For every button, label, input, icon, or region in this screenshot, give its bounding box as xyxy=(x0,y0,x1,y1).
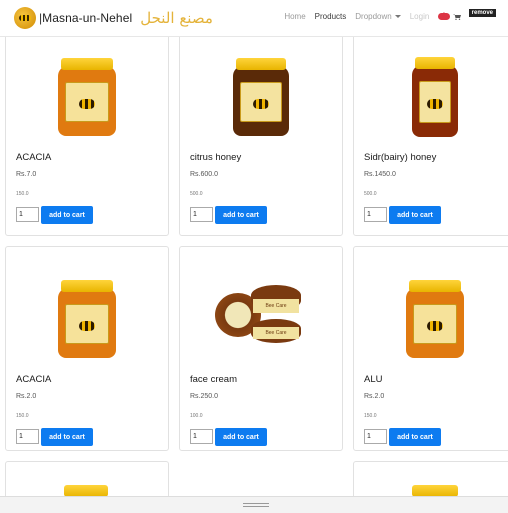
product-price: Rs.600.0 xyxy=(190,171,219,178)
product-image[interactable] xyxy=(180,47,342,147)
quantity-input[interactable] xyxy=(16,207,39,222)
bottom-bar xyxy=(0,496,508,513)
product-image[interactable] xyxy=(354,269,508,369)
product-weight: 150.0 xyxy=(16,191,29,197)
brand-arabic-logo: مصنع النحل xyxy=(140,9,213,27)
honey-jar-dark-image xyxy=(229,58,293,136)
brand[interactable]: | Masna-un-Nehel مصنع النحل xyxy=(14,7,213,29)
product-card: ACACIA Rs.7.0 150.0 add to cart xyxy=(5,24,169,236)
quantity-input[interactable] xyxy=(364,429,387,444)
product-name: ACACIA xyxy=(16,152,52,163)
caret-down-icon xyxy=(394,15,401,19)
product-weight: 500.0 xyxy=(190,191,203,197)
product-image[interactable] xyxy=(6,47,168,147)
add-to-cart-button[interactable]: add to cart xyxy=(41,428,93,446)
bee-logo-icon xyxy=(14,7,36,29)
add-to-cart-button[interactable]: add to cart xyxy=(389,206,441,224)
product-price: Rs.2.0 xyxy=(16,393,37,400)
add-to-cart-button[interactable]: add to cart xyxy=(41,206,93,224)
quantity-input[interactable] xyxy=(364,207,387,222)
cart-count-badge: 0 xyxy=(438,13,450,20)
nav-home[interactable]: Home xyxy=(284,12,305,21)
nav-products[interactable]: Products xyxy=(315,12,347,21)
product-name: Sidr(bairy) honey xyxy=(364,152,437,163)
product-image[interactable] xyxy=(354,47,508,147)
cream-pots-image: Bee Care Bee Care xyxy=(211,279,311,359)
honey-jar-orange-image xyxy=(54,280,120,358)
nav-links: Home Products Dropdown Login 0 remove xyxy=(284,8,508,21)
product-price: Rs.2.0 xyxy=(364,393,385,400)
product-name: ALU xyxy=(364,374,383,385)
brand-name: Masna-un-Nehel xyxy=(42,11,133,25)
add-to-cart-button[interactable]: add to cart xyxy=(215,206,267,224)
product-weight: 500.0 xyxy=(364,191,377,197)
quantity-input[interactable] xyxy=(190,207,213,222)
cart-icon[interactable] xyxy=(452,13,461,20)
product-image[interactable]: Bee Care Bee Care xyxy=(180,269,342,369)
product-weight: 150.0 xyxy=(364,413,377,419)
add-to-cart-button[interactable]: add to cart xyxy=(389,428,441,446)
navbar: | Masna-un-Nehel مصنع النحل Home Product… xyxy=(0,0,508,37)
product-price: Rs.1450.0 xyxy=(364,171,396,178)
nav-login[interactable]: Login xyxy=(410,12,430,21)
resize-handle-icon[interactable] xyxy=(243,503,269,507)
product-weight: 150.0 xyxy=(16,413,29,419)
product-price: Rs.250.0 xyxy=(190,393,219,400)
honey-jar-orange-image xyxy=(402,280,468,358)
product-card: ACACIA Rs.2.0 150.0 add to cart xyxy=(5,246,169,451)
product-price: Rs.7.0 xyxy=(16,171,37,178)
honey-jar-orange-image xyxy=(54,58,120,136)
quantity-input[interactable] xyxy=(16,429,39,444)
product-name: face cream xyxy=(190,374,237,385)
nav-dropdown[interactable]: Dropdown xyxy=(355,12,401,21)
product-name: ACACIA xyxy=(16,374,52,385)
honey-jar-red-image xyxy=(408,57,462,137)
product-card: Sidr(bairy) honey Rs.1450.0 500.0 add to ca… xyxy=(353,24,508,236)
product-card: ALU Rs.2.0 150.0 add to cart xyxy=(353,246,508,451)
product-name: citrus honey xyxy=(190,152,242,163)
nav-dropdown-label: Dropdown xyxy=(355,12,392,21)
product-card: Bee CareBee Care face cream Rs.250.0 100.0 a… xyxy=(179,246,343,451)
remove-button[interactable]: remove xyxy=(468,8,496,17)
product-weight: 100.0 xyxy=(190,413,203,419)
product-card: citrus honey Rs.600.0 500.0 add to cart xyxy=(179,24,343,236)
product-image[interactable] xyxy=(6,269,168,369)
add-to-cart-button[interactable]: add to cart xyxy=(215,428,267,446)
quantity-input[interactable] xyxy=(190,429,213,444)
